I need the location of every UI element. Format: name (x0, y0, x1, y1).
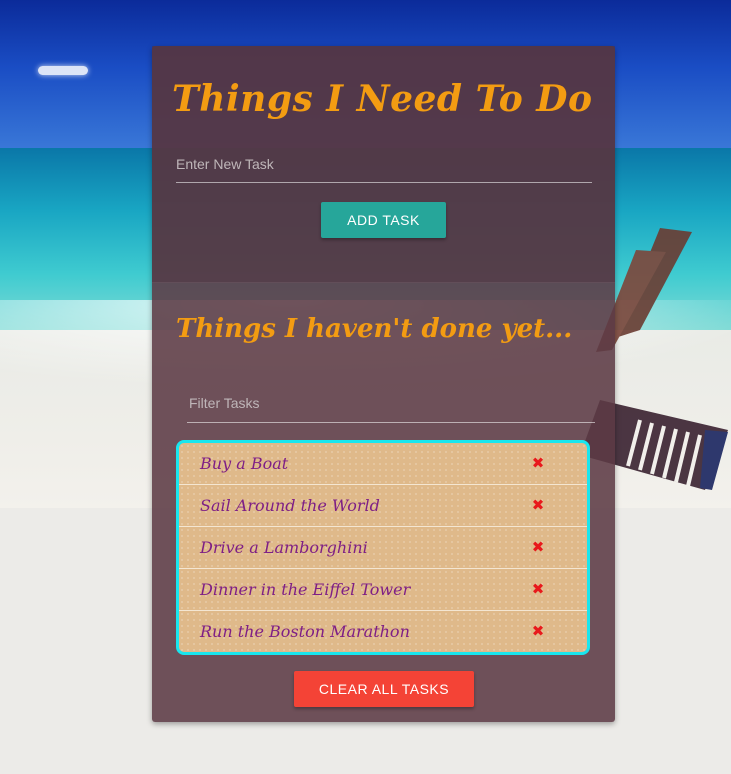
list-item: Run the Boston Marathon ✖ (179, 610, 587, 652)
add-task-button[interactable]: ADD TASK (321, 202, 446, 238)
list-item: Dinner in the Eiffel Tower ✖ (179, 568, 587, 610)
list-item: Buy a Boat ✖ (179, 443, 587, 484)
list-item: Sail Around the World ✖ (179, 484, 587, 526)
close-icon[interactable]: ✖ (531, 537, 545, 557)
clear-all-tasks-button[interactable]: CLEAR ALL TASKS (294, 671, 474, 707)
pending-heading: Things I haven't done yet... (176, 314, 573, 344)
task-label: Dinner in the Eiffel Tower (200, 580, 411, 599)
task-label: Sail Around the World (200, 496, 380, 515)
task-label: Run the Boston Marathon (200, 622, 410, 641)
new-task-input[interactable] (176, 146, 592, 183)
list-item: Drive a Lamborghini ✖ (179, 526, 587, 568)
close-icon[interactable]: ✖ (531, 579, 545, 599)
close-icon[interactable]: ✖ (531, 453, 545, 473)
task-label: Buy a Boat (200, 454, 289, 473)
todo-card: Things I Need To Do ADD TASK Things I ha… (152, 46, 615, 722)
close-icon[interactable]: ✖ (531, 621, 545, 641)
page-title: Things I Need To Do (172, 78, 593, 120)
filter-tasks-input[interactable] (187, 384, 595, 423)
close-icon[interactable]: ✖ (531, 495, 545, 515)
task-label: Drive a Lamborghini (200, 538, 368, 557)
task-list: Buy a Boat ✖ Sail Around the World ✖ Dri… (176, 440, 590, 655)
